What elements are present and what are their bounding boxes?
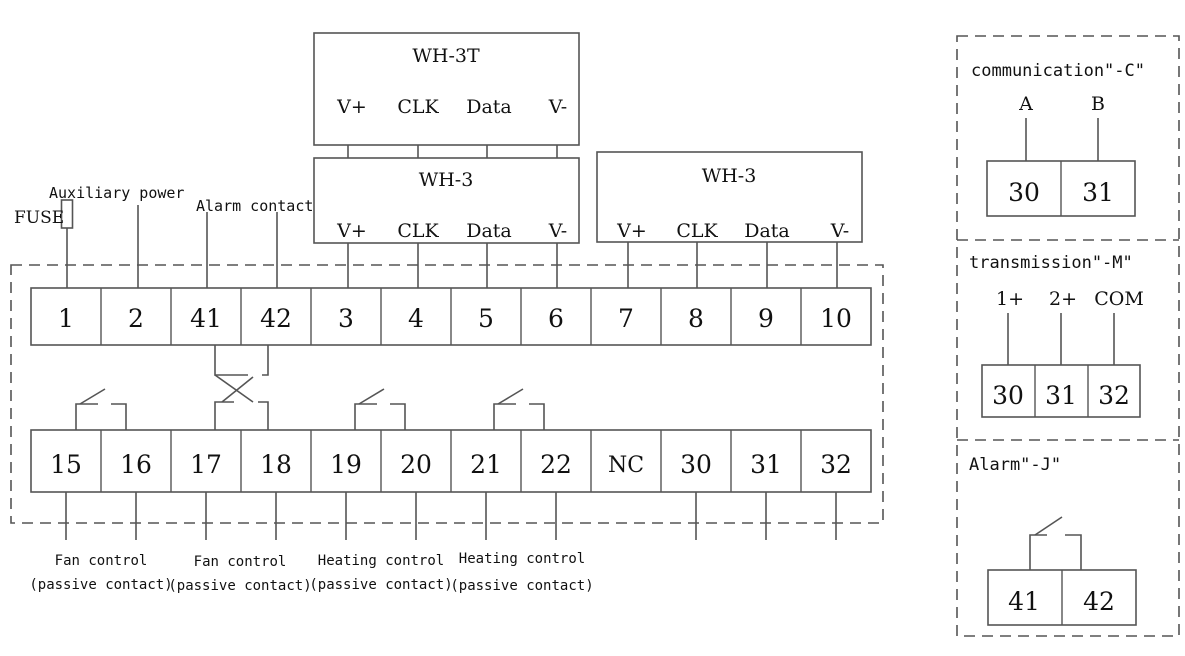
switch-symbol-21-22: [493, 388, 545, 430]
module-wh3-right-pin-vminus: V-: [830, 220, 849, 242]
terminal-top-42: 42: [260, 304, 292, 333]
module-wh3-left-pin-vminus: V-: [548, 220, 567, 242]
side-panel-alarm: Alarm"-J" 41 42: [969, 455, 1137, 626]
terminal-top-5: 5: [478, 304, 494, 333]
side-panel-transmission-pin-2plus: 2+: [1049, 288, 1077, 310]
module-wh3-left-pin-data: Data: [466, 220, 512, 242]
wiring-diagram-canvas: WH-3T V+ CLK Data V- WH-3 V+ CLK Data V-…: [0, 0, 1185, 656]
terminal-bottom-30: 30: [680, 450, 712, 479]
caption-2-line2: (passive contact): [168, 578, 311, 594]
module-wh3t: WH-3T V+ CLK Data V-: [313, 32, 580, 146]
side-panel-alarm-switch-symbol: [1029, 516, 1082, 570]
caption-3-line1: Heating control: [318, 553, 444, 569]
side-panel-communication: communication"-C" A B 30 31: [971, 61, 1145, 217]
side-panel-communication-terminal-31: 31: [1082, 178, 1114, 207]
terminal-top-10: 10: [820, 304, 852, 333]
module-wh3-left-title: WH-3: [419, 169, 474, 191]
terminal-bottom-nc: NC: [608, 453, 644, 478]
module-wh3-right-title: WH-3: [702, 165, 757, 187]
switch-symbol-15-16: [75, 388, 127, 430]
auxiliary-power-label: Auxiliary power: [49, 184, 184, 202]
caption-1-line1: Fan control: [55, 553, 148, 569]
module-wh3-right: WH-3 V+ CLK Data V-: [596, 151, 863, 243]
module-wh3-right-pin-clk: CLK: [676, 220, 718, 242]
module-wh3-right-pin-data: Data: [744, 220, 790, 242]
side-panel-alarm-terminal-41: 41: [1008, 587, 1040, 616]
module-wh3-right-pin-vplus: V+: [616, 220, 647, 242]
side-panel-communication-terminal-30: 30: [1008, 178, 1040, 207]
side-panel-transmission-pin-com: COM: [1094, 288, 1144, 310]
bottom-captions: Fan control (passive contact) Fan contro…: [29, 551, 593, 594]
terminal-top-8: 8: [688, 304, 704, 333]
diagram-svg: WH-3T V+ CLK Data V- WH-3 V+ CLK Data V-…: [10, 32, 1180, 637]
module-wh3t-pin-vplus: V+: [336, 96, 367, 118]
module-wh3t-pin-vminus: V-: [548, 96, 567, 118]
caption-3-line2: (passive contact): [309, 577, 452, 593]
terminal-bottom-31: 31: [750, 450, 782, 479]
terminal-bottom-15: 15: [50, 450, 82, 479]
terminal-top-6: 6: [548, 304, 564, 333]
module-wh3-left: WH-3 V+ CLK Data V-: [313, 157, 580, 244]
alarm-contact-label: Alarm contact: [196, 197, 313, 215]
terminal-top-9: 9: [758, 304, 774, 333]
terminal-bottom-17: 17: [190, 450, 222, 479]
terminal-row-top: 1 2 41 42 3 4 5 6 7 8 9 10: [30, 287, 872, 346]
terminal-bottom-16: 16: [120, 450, 152, 479]
terminal-top-1: 1: [58, 304, 74, 333]
caption-4-line1: Heating control: [459, 551, 585, 567]
wires-wh3t-to-wh3: [347, 145, 558, 158]
side-panel-transmission: transmission"-M" 1+ 2+ COM 30 31 32: [969, 253, 1144, 418]
fuse-label: FUSE: [14, 208, 64, 228]
side-panel-transmission-terminal-30: 30: [992, 381, 1024, 410]
side-panel-communication-title: communication"-C": [971, 61, 1145, 81]
side-panel-alarm-terminal-42: 42: [1083, 587, 1115, 616]
side-panel-transmission-terminal-31: 31: [1045, 381, 1077, 410]
alarm-contact-crosslink: [214, 345, 269, 430]
caption-1-line2: (passive contact): [29, 577, 172, 593]
terminal-bottom-20: 20: [400, 450, 432, 479]
side-panel-communication-pin-a: A: [1018, 93, 1033, 115]
side-panels-dashed-frame: [956, 35, 1180, 637]
terminal-bottom-19: 19: [330, 450, 362, 479]
wires-bottom-outgoing: [65, 492, 837, 540]
terminal-top-41: 41: [190, 304, 222, 333]
side-panel-communication-pin-b: B: [1091, 93, 1105, 115]
terminal-row-bottom: 15 16 17 18 19 20 21 22 NC 30 31 32: [30, 429, 872, 493]
terminal-top-2: 2: [128, 304, 144, 333]
terminal-top-7: 7: [618, 304, 634, 333]
terminal-bottom-21: 21: [470, 450, 502, 479]
side-panel-transmission-title: transmission"-M": [969, 253, 1133, 273]
side-panel-transmission-terminal-32: 32: [1098, 381, 1130, 410]
caption-4-line2: (passive contact): [450, 578, 593, 594]
terminal-bottom-22: 22: [540, 450, 572, 479]
module-wh3-left-pin-clk: CLK: [397, 220, 439, 242]
terminal-top-4: 4: [408, 304, 424, 333]
switch-symbol-19-20: [354, 388, 406, 430]
wires-left-incoming: [66, 205, 278, 288]
terminal-bottom-18: 18: [260, 450, 292, 479]
terminal-bottom-32: 32: [820, 450, 852, 479]
side-panel-alarm-title: Alarm"-J": [969, 455, 1061, 475]
module-wh3-left-pin-vplus: V+: [336, 220, 367, 242]
terminal-top-3: 3: [338, 304, 354, 333]
side-panel-transmission-pin-1plus: 1+: [996, 288, 1024, 310]
module-wh3t-pin-clk: CLK: [397, 96, 439, 118]
caption-2-line1: Fan control: [194, 554, 287, 570]
module-wh3t-title: WH-3T: [412, 45, 480, 67]
module-wh3t-pin-data: Data: [466, 96, 512, 118]
